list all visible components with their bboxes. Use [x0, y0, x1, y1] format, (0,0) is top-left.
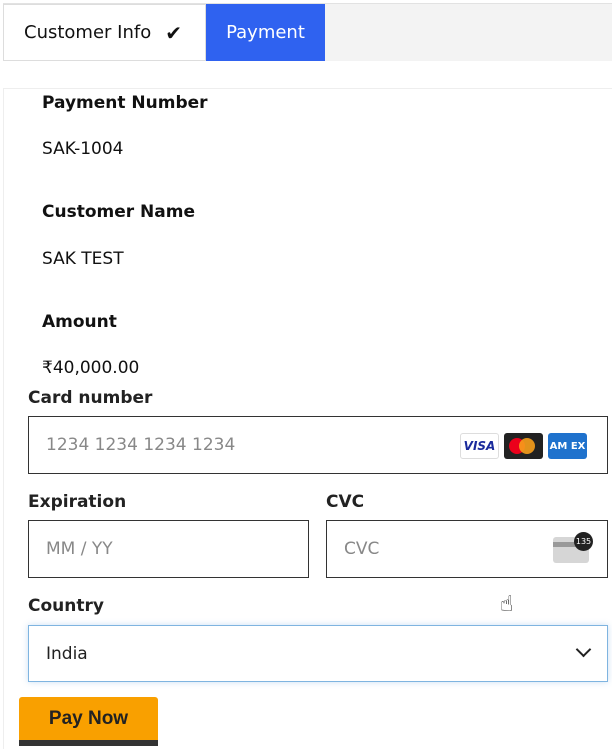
step-tabs: Customer Info ✔ Payment — [3, 3, 612, 61]
cvc-card-icon: 135 — [553, 532, 593, 563]
card-number-placeholder: 1234 1234 1234 1234 — [46, 435, 236, 455]
chevron-down-icon — [575, 641, 592, 658]
customer-name-label: Customer Name — [42, 202, 195, 222]
expiration-input[interactable]: MM / YY — [28, 520, 309, 578]
pay-now-button[interactable]: Pay Now — [19, 697, 158, 746]
checkmark-icon: ✔ — [165, 20, 182, 45]
tab-label: Customer Info — [24, 22, 152, 43]
country-value: India — [46, 643, 88, 664]
visa-icon: VISA — [460, 433, 499, 459]
cvc-input[interactable]: CVC 135 — [326, 520, 608, 578]
hand-cursor-icon: ☝ — [500, 592, 514, 617]
amex-icon: AM EX — [548, 433, 587, 459]
tab-payment[interactable]: Payment — [206, 4, 325, 61]
amount-value: ₹40,000.00 — [42, 358, 140, 378]
mastercard-icon — [504, 433, 543, 459]
cvc-badge: 135 — [574, 532, 593, 551]
country-select[interactable]: India — [28, 625, 608, 682]
customer-name-value: SAK TEST — [42, 249, 124, 269]
country-label: Country — [28, 596, 104, 616]
card-brands: VISA AM EX — [460, 433, 587, 459]
cvc-label: CVC — [326, 492, 365, 512]
cvc-placeholder: CVC — [344, 539, 380, 559]
payment-number-value: SAK-1004 — [42, 139, 124, 159]
tab-customer-info[interactable]: Customer Info ✔ — [3, 4, 206, 61]
expiration-placeholder: MM / YY — [46, 539, 113, 559]
expiration-label: Expiration — [28, 492, 127, 512]
payment-number-label: Payment Number — [42, 93, 208, 113]
card-number-label: Card number — [28, 388, 153, 408]
card-number-input[interactable]: 1234 1234 1234 1234 VISA AM EX — [28, 416, 608, 474]
amount-label: Amount — [42, 312, 117, 332]
